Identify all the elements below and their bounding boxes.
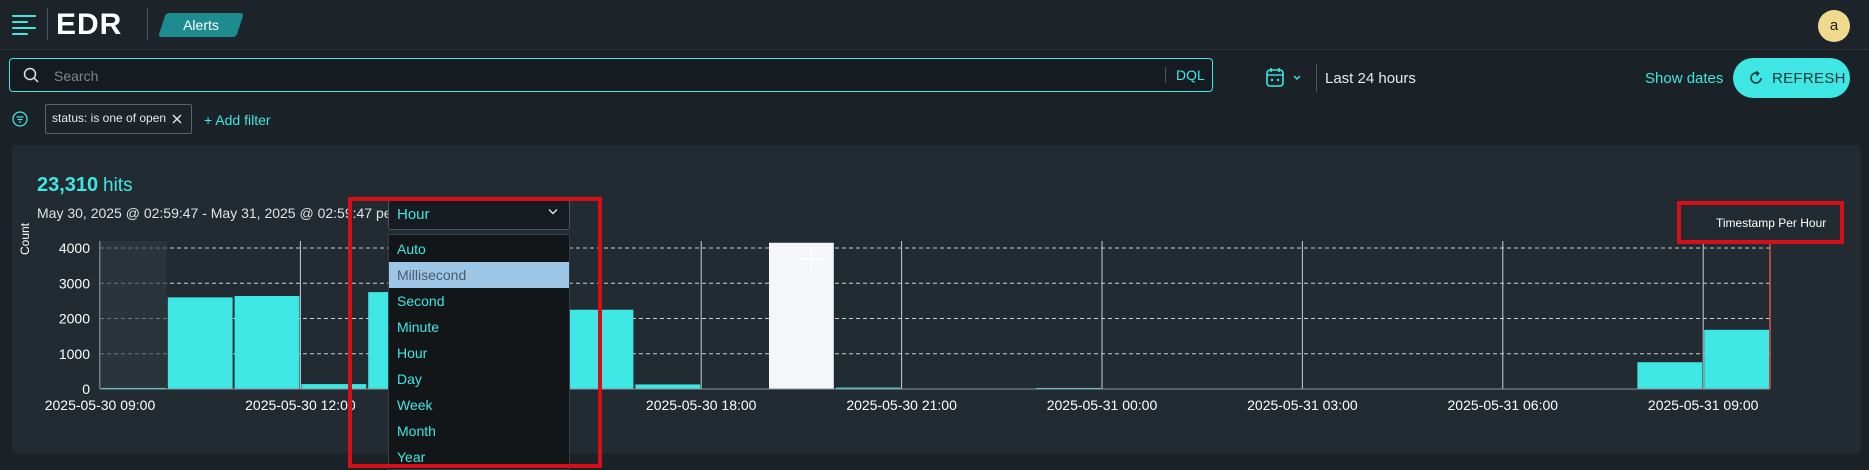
x-tick-label: 2025-05-31 00:00: [1047, 397, 1158, 413]
x-tick-label: 2025-05-30 09:00: [45, 397, 156, 413]
x-tick-label: 2025-05-30 18:00: [646, 397, 757, 413]
chart-bar[interactable]: [1637, 362, 1703, 389]
y-tick-label: 0: [82, 381, 90, 397]
x-tick-label: 2025-05-30 12:00: [245, 397, 356, 413]
x-tick-label: 2025-05-31 06:00: [1448, 397, 1559, 413]
y-tick-label: 1000: [59, 346, 90, 362]
crosshair-cursor-icon: [799, 247, 823, 271]
chart-legend-label: Timestamp Per Hour: [1716, 216, 1827, 230]
y-tick-label: 3000: [59, 275, 90, 291]
chart-bar[interactable]: [635, 384, 701, 389]
x-tick-label: 2025-05-31 03:00: [1247, 397, 1358, 413]
chart-bar[interactable]: [167, 297, 233, 389]
histogram-chart[interactable]: 0 1000 2000 3000 4000 2025-05-30 09:00 2025-05…: [0, 0, 1869, 468]
chart-bar[interactable]: [234, 295, 300, 389]
y-tick-label: 4000: [59, 240, 90, 256]
chart-bar[interactable]: [1704, 329, 1769, 389]
x-tick-label: 2025-05-31 09:00: [1648, 397, 1759, 413]
highlight-box-interval: [348, 197, 602, 468]
hover-band: [100, 241, 167, 389]
y-tick-label: 2000: [59, 311, 90, 327]
x-tick-label: 2025-05-30 21:00: [846, 397, 957, 413]
